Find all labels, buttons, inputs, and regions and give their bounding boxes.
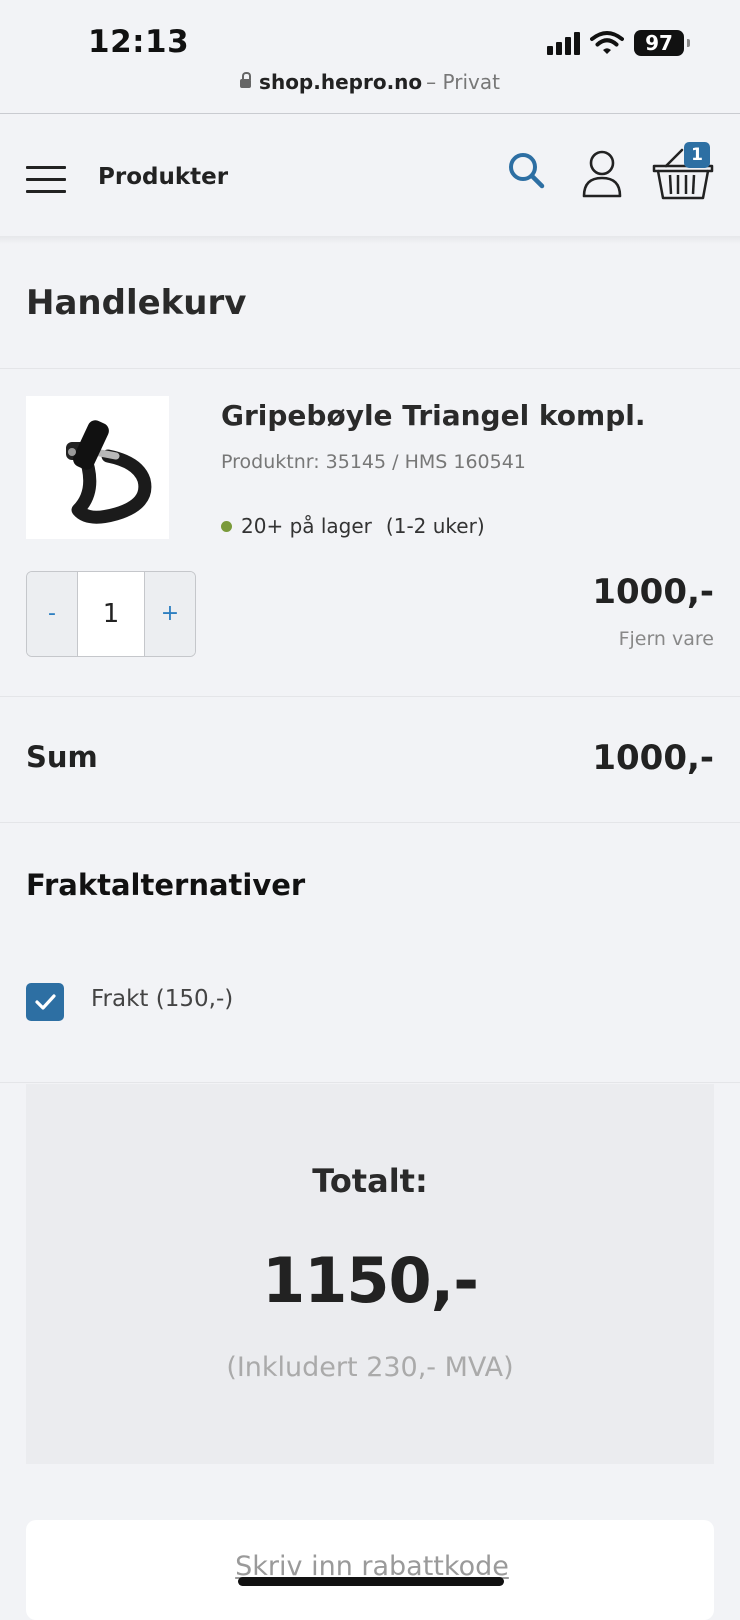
stock-label: 20+ på lager: [241, 514, 372, 538]
battery-level: 97: [645, 31, 673, 55]
quantity-stepper: - 1 +: [26, 571, 196, 657]
coupon-field-container: [26, 1520, 718, 1620]
vat-note: (Inkludert 230,- MVA): [226, 1352, 514, 1383]
divider: [0, 696, 740, 697]
wifi-icon: [590, 31, 624, 54]
header-title[interactable]: Produkter: [98, 164, 228, 190]
total-label: Totalt:: [312, 1162, 428, 1200]
header-shadow: [0, 236, 740, 244]
product-image[interactable]: [26, 396, 169, 539]
sum-label: Sum: [26, 740, 98, 774]
divider: [0, 1082, 740, 1083]
shipping-options-heading: Fraktalternativer: [26, 868, 306, 902]
address-bar[interactable]: shop.hepro.no – Privat: [0, 70, 740, 94]
status-bar: 12:13 97: [0, 0, 740, 70]
order-total-panel: Totalt: 1150,- (Inkludert 230,- MVA): [26, 1084, 714, 1464]
cart-button[interactable]: 1: [652, 142, 716, 200]
quantity-input[interactable]: 1: [77, 572, 145, 656]
private-mode-label: – Privat: [426, 70, 500, 94]
battery-icon: 97: [634, 30, 690, 56]
site-header: Produkter 1: [0, 114, 740, 236]
product-name[interactable]: Gripebøyle Triangel kompl.: [221, 399, 645, 432]
hamburger-menu-icon[interactable]: [26, 166, 66, 194]
url-host: shop.hepro.no: [259, 70, 423, 94]
status-icons: 97: [547, 28, 690, 58]
cart-count-badge: 1: [684, 142, 710, 168]
stock-indicator-dot-icon: [221, 520, 232, 532]
shipping-option-label[interactable]: Frakt (150,-): [91, 986, 233, 1012]
home-indicator[interactable]: [238, 1577, 504, 1586]
status-time: 12:13: [88, 24, 190, 60]
cellular-signal-icon: [547, 31, 580, 55]
checkmark-icon: [35, 994, 56, 1010]
item-price: 1000,-: [592, 572, 714, 612]
total-value: 1150,-: [262, 1244, 479, 1317]
lock-icon: [240, 72, 252, 88]
shipping-checkbox[interactable]: [26, 983, 64, 1021]
product-number: Produktnr: 35145 / HMS 160541: [221, 451, 526, 473]
decrease-quantity-button[interactable]: -: [27, 572, 77, 656]
sum-value: 1000,-: [592, 738, 714, 778]
stock-status: 20+ på lager (1-2 uker): [221, 514, 485, 538]
page-title: Handlekurv: [26, 283, 247, 323]
divider: [0, 368, 740, 369]
increase-quantity-button[interactable]: +: [145, 572, 195, 656]
user-account-icon[interactable]: [578, 148, 626, 200]
remove-item-link[interactable]: Fjern vare: [619, 628, 714, 650]
stock-eta: (1-2 uker): [385, 514, 485, 538]
search-icon[interactable]: [506, 150, 550, 194]
divider: [0, 822, 740, 823]
